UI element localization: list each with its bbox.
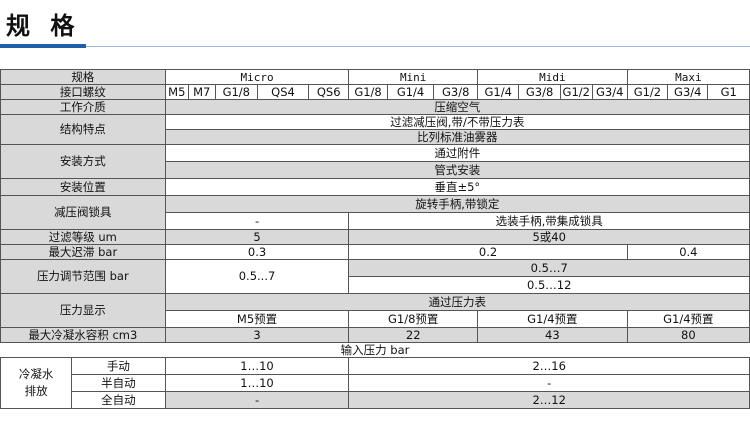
label-port: 接口螺纹: [0, 84, 166, 100]
gauge-value: 通过压力表: [164, 293, 750, 311]
filter-rest: 5或40: [348, 229, 750, 245]
pressure-range-rest-1: 0.5…7: [348, 259, 750, 277]
row-input-pressure: 输入压力 bar: [0, 342, 750, 358]
section-title: 规 格: [6, 12, 81, 40]
label-hysteresis: 最大迟滞 bar: [0, 244, 166, 260]
structure-value-2: 比列标准油雾器: [164, 129, 750, 145]
drain-semi-micro: 1…10: [164, 374, 350, 392]
gauge-micro: M5预置: [164, 310, 350, 328]
group-mini: Mini: [348, 69, 478, 85]
spec-table: 规格 Micro Mini Midi Maxi 接口螺纹 M5 M7 G1/8 …: [0, 69, 750, 409]
label-gauge: 压力显示: [0, 293, 166, 328]
port-cell: QS6: [307, 84, 350, 100]
label-spec: 规格: [0, 69, 166, 85]
row-mounting-1: 安装方式 通过附件: [0, 144, 750, 179]
title-underline: [86, 46, 750, 47]
label-drain-line2: 排放: [24, 384, 48, 398]
group-midi: Midi: [476, 69, 628, 85]
lock-value-rest: 选装手柄,带集成锁具: [348, 212, 750, 230]
port-cell: G1/4: [476, 84, 520, 100]
section-header: 规 格: [0, 0, 750, 52]
structure-value-1: 过滤减压阀,带/不带压力表: [164, 114, 750, 130]
port-cell: M5: [164, 84, 189, 100]
pressure-range-micro: 0.5...7: [164, 259, 350, 294]
row-medium: 工作介质 压缩空气: [0, 99, 750, 115]
group-micro: Micro: [164, 69, 350, 85]
port-cell: M7: [187, 84, 216, 100]
drain-semi-rest: -: [348, 374, 750, 392]
port-cell: G3/8: [518, 84, 561, 100]
label-drain: 冷凝水 排放: [0, 357, 73, 409]
label-structure: 结构特点: [0, 114, 166, 145]
mounting-value-1: 通过附件: [164, 144, 750, 162]
hysteresis-maxi: 0.4: [626, 244, 750, 260]
row-port: 接口螺纹 M5 M7 G1/8 QS4 QS6 G1/8 G1/4 G3/8 G…: [0, 84, 750, 100]
label-position: 安装位置: [0, 178, 166, 196]
gauge-mini: G1/8预置: [348, 310, 478, 328]
lock-value-micro: -: [164, 212, 350, 230]
port-cell: G1/8: [214, 84, 259, 100]
gauge-maxi: G1/4预置: [626, 310, 750, 328]
pressure-range-rest-2: 0.5…12: [348, 276, 750, 294]
filter-micro: 5: [164, 229, 350, 245]
drain-manual-rest: 2…16: [348, 357, 750, 375]
row-position: 安装位置 垂直±5°: [0, 178, 750, 196]
row-condensate: 最大冷凝水容积 cm3 3 22 43 80: [0, 327, 750, 343]
label-medium: 工作介质: [0, 99, 166, 115]
row-lock-1: 减压阀锁具 旋转手柄,带锁定: [0, 195, 750, 230]
label-condensate: 最大冷凝水容积 cm3: [0, 327, 166, 343]
port-cell: G3/4: [667, 84, 709, 100]
condensate-midi: 43: [476, 327, 628, 343]
label-drain-line1: 冷凝水: [18, 367, 54, 381]
row-drain-manual: 冷凝水 排放 手动 1…10 2…16: [0, 357, 750, 409]
drain-auto-micro: -: [164, 391, 350, 409]
port-cell: G3/8: [433, 84, 478, 100]
mounting-value-2: 管式安装: [164, 161, 750, 179]
row-structure-1: 结构特点 过滤减压阀,带/不带压力表: [0, 114, 750, 145]
label-drain-auto: 全自动: [71, 391, 166, 409]
condensate-maxi: 80: [626, 327, 750, 343]
medium-value: 压缩空气: [164, 99, 750, 115]
hysteresis-micro: 0.3: [164, 244, 350, 260]
gauge-midi: G1/4预置: [476, 310, 628, 328]
title-underline-accent: [0, 44, 86, 48]
condensate-micro: 3: [164, 327, 350, 343]
label-mounting: 安装方式: [0, 144, 166, 179]
port-cell: G1/2: [626, 84, 669, 100]
label-pressure-range: 压力调节范围 bar: [0, 259, 166, 294]
port-cell: G1: [707, 84, 750, 100]
port-cell: G1/8: [348, 84, 388, 100]
row-spec: 规格 Micro Mini Midi Maxi: [0, 69, 750, 85]
condensate-mini: 22: [348, 327, 478, 343]
port-cell: G3/4: [591, 84, 628, 100]
lock-value-1: 旋转手柄,带锁定: [164, 195, 750, 213]
row-drain-auto: 全自动 - 2…12: [1, 391, 750, 409]
port-cell: QS4: [257, 84, 309, 100]
row-filter: 过滤等级 um 5 5或40: [0, 229, 750, 245]
row-pressure-1: 压力调节范围 bar 0.5...7 0.5…7: [0, 259, 750, 294]
port-cell: G1/4: [386, 84, 435, 100]
row-gauge-1: 压力显示 通过压力表: [0, 293, 750, 328]
label-input-pressure: 输入压力 bar: [0, 342, 750, 358]
drain-manual-micro: 1…10: [164, 357, 350, 375]
row-hysteresis: 最大迟滞 bar 0.3 0.2 0.4: [0, 244, 750, 260]
row-drain-semi: 半自动 1…10 -: [1, 374, 750, 392]
label-drain-semi: 半自动: [71, 374, 166, 392]
drain-auto-rest: 2…12: [348, 391, 750, 409]
position-value: 垂直±5°: [164, 178, 750, 196]
label-lock: 减压阀锁具: [0, 195, 166, 230]
port-cell: G1/2: [559, 84, 593, 100]
group-maxi: Maxi: [626, 69, 750, 85]
label-drain-manual: 手动: [71, 357, 166, 375]
hysteresis-mid: 0.2: [348, 244, 628, 260]
label-filter: 过滤等级 um: [0, 229, 166, 245]
